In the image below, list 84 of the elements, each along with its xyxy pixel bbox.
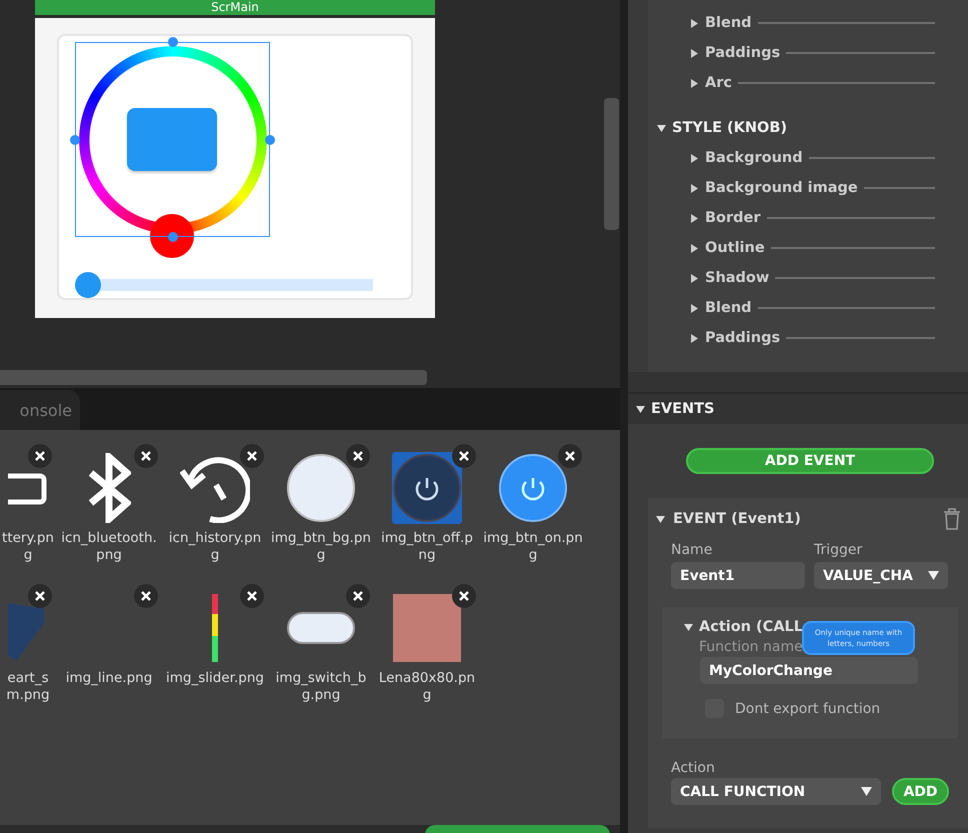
add-event-button[interactable]: ADD EVENT xyxy=(686,448,934,474)
caret-down-icon[interactable] xyxy=(636,404,645,414)
field-label: Trigger xyxy=(814,542,864,560)
asset-thumbnail[interactable] xyxy=(498,452,568,524)
action-title[interactable]: Action (CALL xyxy=(699,619,804,635)
caret-right-icon[interactable] xyxy=(690,184,699,192)
function-name-field[interactable]: MyColorChange xyxy=(700,657,918,684)
close-icon[interactable] xyxy=(240,584,264,608)
caret-right-icon[interactable] xyxy=(690,244,699,252)
trigger-dropdown[interactable]: VALUE_CHA xyxy=(814,562,948,589)
property-group[interactable]: Background xyxy=(705,150,803,166)
section-header[interactable]: STYLE (KNOB) xyxy=(672,120,788,136)
property-group[interactable]: Outline xyxy=(705,240,765,256)
event-title[interactable]: EVENT (Event1) xyxy=(673,511,934,527)
resize-handle[interactable] xyxy=(265,135,275,145)
action-dropdown[interactable]: CALL FUNCTION xyxy=(671,778,881,805)
close-icon[interactable] xyxy=(452,444,476,468)
close-icon[interactable] xyxy=(346,444,370,468)
close-icon[interactable] xyxy=(28,584,52,608)
asset-name: img_btn_off.png xyxy=(380,530,474,564)
asset-name: ttery.png xyxy=(1,530,55,564)
switch-background-image xyxy=(287,612,355,644)
slider-thumb[interactable] xyxy=(75,272,101,298)
close-icon[interactable] xyxy=(452,584,476,608)
add-button[interactable]: ADD xyxy=(892,778,949,805)
resize-handle[interactable] xyxy=(168,37,178,47)
caret-right-icon[interactable] xyxy=(690,78,699,88)
asset-name: img_btn_bg.png xyxy=(271,530,371,564)
asset-thumbnail[interactable] xyxy=(392,452,462,524)
asset-thumbnail[interactable] xyxy=(392,592,462,664)
photo-placeholder xyxy=(393,594,461,662)
property-group[interactable]: Blend xyxy=(705,15,752,31)
property-group[interactable]: Border xyxy=(705,210,761,226)
bluetooth-icon xyxy=(87,453,131,523)
property-group[interactable]: Paddings xyxy=(705,45,780,61)
name-field[interactable]: Event1 xyxy=(671,562,805,589)
asset-name: img_switch_bg.png xyxy=(274,670,368,704)
close-icon[interactable] xyxy=(346,584,370,608)
round-button-image xyxy=(287,454,355,522)
screen-title: ScrMain xyxy=(35,0,435,15)
property-group[interactable]: Background image xyxy=(705,180,858,196)
action-button[interactable] xyxy=(425,825,610,833)
trash-icon[interactable] xyxy=(942,508,962,530)
resize-handle[interactable] xyxy=(70,135,80,145)
close-icon[interactable] xyxy=(240,444,264,468)
close-icon[interactable] xyxy=(134,584,158,608)
property-group[interactable]: Blend xyxy=(705,300,752,316)
property-group[interactable]: Arc xyxy=(705,75,732,91)
asset-name: icn_bluetooth.png xyxy=(60,530,158,564)
panel-tab[interactable]: onsole xyxy=(0,390,80,430)
asset-name: img_slider.png xyxy=(165,670,265,687)
asset-name: eart_sm.png xyxy=(5,670,51,704)
asset-name: icn_history.png xyxy=(168,530,262,564)
vertical-scrollbar[interactable] xyxy=(604,98,619,230)
caret-down-icon xyxy=(928,571,939,580)
caret-right-icon[interactable] xyxy=(690,18,699,28)
power-icon xyxy=(393,454,461,522)
horizontal-scrollbar[interactable] xyxy=(0,370,427,385)
asset-name: img_btn_on.png xyxy=(483,530,583,564)
field-label: Function name xyxy=(699,639,803,655)
asset-name: Lena80x80.png xyxy=(378,670,476,704)
caret-right-icon[interactable] xyxy=(690,304,699,312)
asset-thumbnail[interactable] xyxy=(286,452,356,524)
field-label: Name xyxy=(671,542,714,560)
caret-down-icon xyxy=(861,787,872,796)
caret-right-icon[interactable] xyxy=(690,48,699,58)
caret-right-icon[interactable] xyxy=(690,274,699,282)
close-icon[interactable] xyxy=(558,444,582,468)
field-label: Action xyxy=(671,760,716,776)
caret-down-icon[interactable] xyxy=(657,124,666,132)
asset-name[interactable]: img_line.png xyxy=(59,670,159,687)
checkbox-label: Dont export function xyxy=(735,700,880,716)
close-icon[interactable] xyxy=(28,444,52,468)
close-icon[interactable] xyxy=(134,444,158,468)
caret-down-icon[interactable] xyxy=(684,622,693,632)
section-header[interactable]: EVENTS xyxy=(651,401,715,417)
caret-right-icon[interactable] xyxy=(690,154,699,162)
caret-right-icon[interactable] xyxy=(690,214,699,222)
property-group[interactable]: Shadow xyxy=(705,270,770,286)
property-group[interactable]: Paddings xyxy=(705,330,780,346)
caret-right-icon[interactable] xyxy=(690,334,699,342)
caret-down-icon[interactable] xyxy=(656,514,665,524)
power-icon xyxy=(499,454,567,522)
level-bar-image xyxy=(212,594,218,662)
